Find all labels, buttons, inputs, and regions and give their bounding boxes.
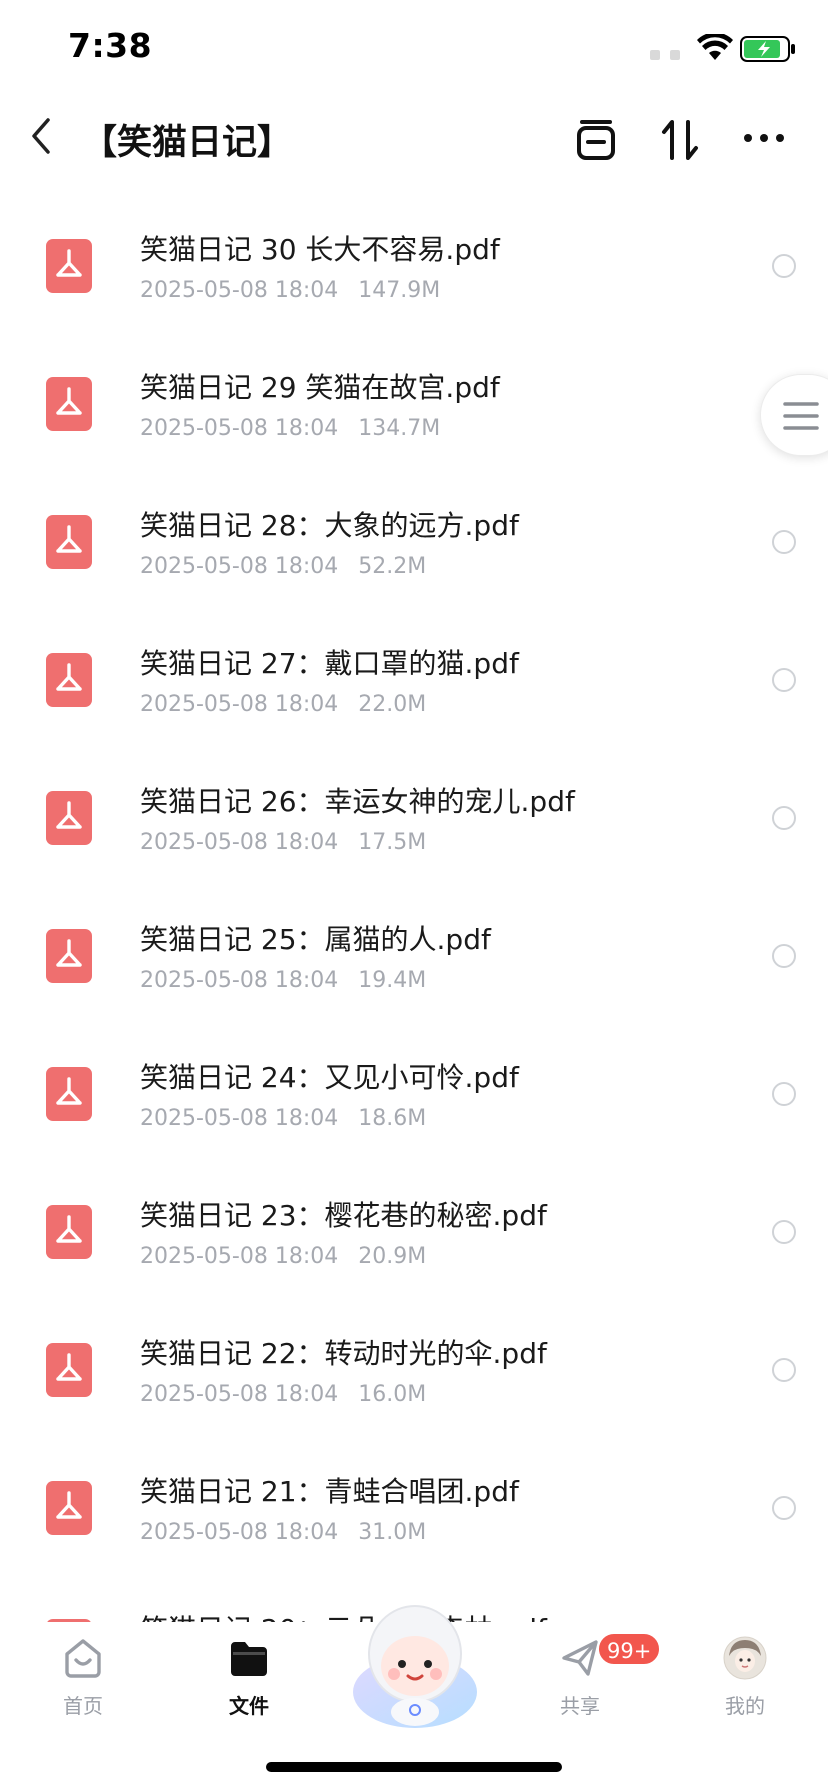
file-date: 2025-05-08 18:04 <box>140 968 339 993</box>
file-date: 2025-05-08 18:04 <box>140 1520 339 1545</box>
pdf-file-icon <box>46 239 92 293</box>
pdf-file-icon <box>46 653 92 707</box>
file-meta: 2025-05-08 18:04 31.0M <box>140 1520 426 1545</box>
file-date: 2025-05-08 18:04 <box>140 416 339 441</box>
select-checkbox[interactable] <box>772 806 796 830</box>
file-list-item[interactable]: 笑猫日记 25：属猫的人.pdf 2025-05-08 18:04 19.4M <box>0 886 828 1024</box>
tab-home-label: 首页 <box>63 1694 103 1718</box>
nav-bar: 【笑猫日记】 <box>0 100 828 184</box>
sort-icon[interactable] <box>660 118 700 162</box>
file-name: 笑猫日记 21：青蛙合唱团.pdf <box>140 1475 519 1508</box>
select-checkbox[interactable] <box>772 944 796 968</box>
select-checkbox[interactable] <box>772 668 796 692</box>
file-size: 147.9M <box>358 278 441 303</box>
back-icon[interactable] <box>26 114 56 158</box>
assistant-mascot-icon[interactable] <box>340 1592 490 1742</box>
tab-files[interactable]: 文件 <box>194 1636 304 1746</box>
collapse-icon[interactable] <box>574 118 618 162</box>
file-meta: 2025-05-08 18:04 18.6M <box>140 1106 426 1131</box>
file-size: 52.2M <box>358 554 427 579</box>
file-meta: 2025-05-08 18:04 52.2M <box>140 554 426 579</box>
file-name: 笑猫日记 27：戴口罩的猫.pdf <box>140 647 519 680</box>
file-name: 笑猫日记 22：转动时光的伞.pdf <box>140 1337 547 1370</box>
avatar <box>723 1636 767 1680</box>
pdf-file-icon <box>46 929 92 983</box>
file-meta: 2025-05-08 18:04 20.9M <box>140 1244 426 1269</box>
select-checkbox[interactable] <box>772 1496 796 1520</box>
file-name: 笑猫日记 28：大象的远方.pdf <box>140 509 519 542</box>
file-list-item[interactable]: 笑猫日记 21：青蛙合唱团.pdf 2025-05-08 18:04 31.0M <box>0 1438 828 1576</box>
file-date: 2025-05-08 18:04 <box>140 554 339 579</box>
file-name: 笑猫日记 29 笑猫在故宫.pdf <box>140 371 500 404</box>
wifi-icon <box>697 34 733 60</box>
tab-share-label: 共享 <box>560 1694 600 1718</box>
file-name: 笑猫日记 25：属猫的人.pdf <box>140 923 491 956</box>
file-name: 笑猫日记 30 长大不容易.pdf <box>140 233 500 266</box>
file-meta: 2025-05-08 18:04 22.0M <box>140 692 426 717</box>
more-icon[interactable] <box>742 130 786 146</box>
select-checkbox[interactable] <box>772 254 796 278</box>
menu-icon <box>783 402 819 430</box>
battery-icon <box>740 36 795 62</box>
page-title: 【笑猫日记】 <box>82 123 293 163</box>
pdf-file-icon <box>46 515 92 569</box>
file-date: 2025-05-08 18:04 <box>140 692 339 717</box>
pdf-file-icon <box>46 1343 92 1397</box>
file-list: 笑猫日记 30 长大不容易.pdf 2025-05-08 18:04 147.9M… <box>0 196 828 1622</box>
home-icon <box>65 1639 101 1678</box>
file-list-item[interactable]: 笑猫日记 29 笑猫在故宫.pdf 2025-05-08 18:04 134.7M <box>0 334 828 472</box>
file-size: 17.5M <box>358 830 427 855</box>
file-date: 2025-05-08 18:04 <box>140 278 339 303</box>
file-date: 2025-05-08 18:04 <box>140 1244 339 1269</box>
select-checkbox[interactable] <box>772 530 796 554</box>
signal-icon <box>650 50 680 60</box>
status-time: 7:38 <box>68 26 153 65</box>
file-size: 19.4M <box>358 968 427 993</box>
file-meta: 2025-05-08 18:04 17.5M <box>140 830 426 855</box>
select-checkbox[interactable] <box>772 1082 796 1106</box>
file-meta: 2025-05-08 18:04 147.9M <box>140 278 440 303</box>
file-name: 笑猫日记 24：又见小可怜.pdf <box>140 1061 519 1094</box>
tab-home[interactable]: 首页 <box>28 1636 138 1746</box>
file-size: 16.0M <box>358 1382 427 1407</box>
file-date: 2025-05-08 18:04 <box>140 830 339 855</box>
send-icon <box>562 1640 598 1676</box>
file-size: 22.0M <box>358 692 427 717</box>
file-name: 笑猫日记 23：樱花巷的秘密.pdf <box>140 1199 547 1232</box>
file-list-item[interactable]: 笑猫日记 22：转动时光的伞.pdf 2025-05-08 18:04 16.0M <box>0 1300 828 1438</box>
file-name: 笑猫日记 26：幸运女神的宠儿.pdf <box>140 785 575 818</box>
select-checkbox[interactable] <box>772 1358 796 1382</box>
tab-share[interactable]: 共享 99+ <box>525 1632 662 1746</box>
file-size: 134.7M <box>358 416 441 441</box>
pdf-file-icon <box>46 1205 92 1259</box>
tab-mine-label: 我的 <box>725 1694 765 1718</box>
file-meta: 2025-05-08 18:04 134.7M <box>140 416 440 441</box>
notification-badge: 99+ <box>597 1632 662 1666</box>
file-meta: 2025-05-08 18:04 19.4M <box>140 968 426 993</box>
file-list-item[interactable]: 笑猫日记 26：幸运女神的宠儿.pdf 2025-05-08 18:04 17.5… <box>0 748 828 886</box>
pdf-file-icon <box>46 791 92 845</box>
pdf-file-icon <box>46 377 92 431</box>
file-size: 18.6M <box>358 1106 427 1131</box>
tab-files-label: 文件 <box>229 1694 269 1718</box>
select-checkbox[interactable] <box>772 1220 796 1244</box>
file-list-item[interactable]: 笑猫日记 27：戴口罩的猫.pdf 2025-05-08 18:04 22.0M <box>0 610 828 748</box>
file-date: 2025-05-08 18:04 <box>140 1382 339 1407</box>
file-list-item[interactable]: 笑猫日记 23：樱花巷的秘密.pdf 2025-05-08 18:04 20.9M <box>0 1162 828 1300</box>
pdf-file-icon <box>46 1067 92 1121</box>
file-meta: 2025-05-08 18:04 16.0M <box>140 1382 426 1407</box>
file-list-item[interactable]: 笑猫日记 24：又见小可怜.pdf 2025-05-08 18:04 18.6M <box>0 1024 828 1162</box>
file-date: 2025-05-08 18:04 <box>140 1106 339 1131</box>
status-bar: 7:38 <box>0 0 828 100</box>
pdf-file-icon <box>46 1481 92 1535</box>
home-indicator <box>266 1762 562 1772</box>
file-size: 31.0M <box>358 1520 427 1545</box>
file-list-item[interactable]: 笑猫日记 30 长大不容易.pdf 2025-05-08 18:04 147.9M <box>0 196 828 334</box>
file-size: 20.9M <box>358 1244 427 1269</box>
file-list-item[interactable]: 笑猫日记 28：大象的远方.pdf 2025-05-08 18:04 52.2M <box>0 472 828 610</box>
folder-icon <box>231 1642 267 1676</box>
tab-mine[interactable]: 我的 <box>690 1636 800 1746</box>
